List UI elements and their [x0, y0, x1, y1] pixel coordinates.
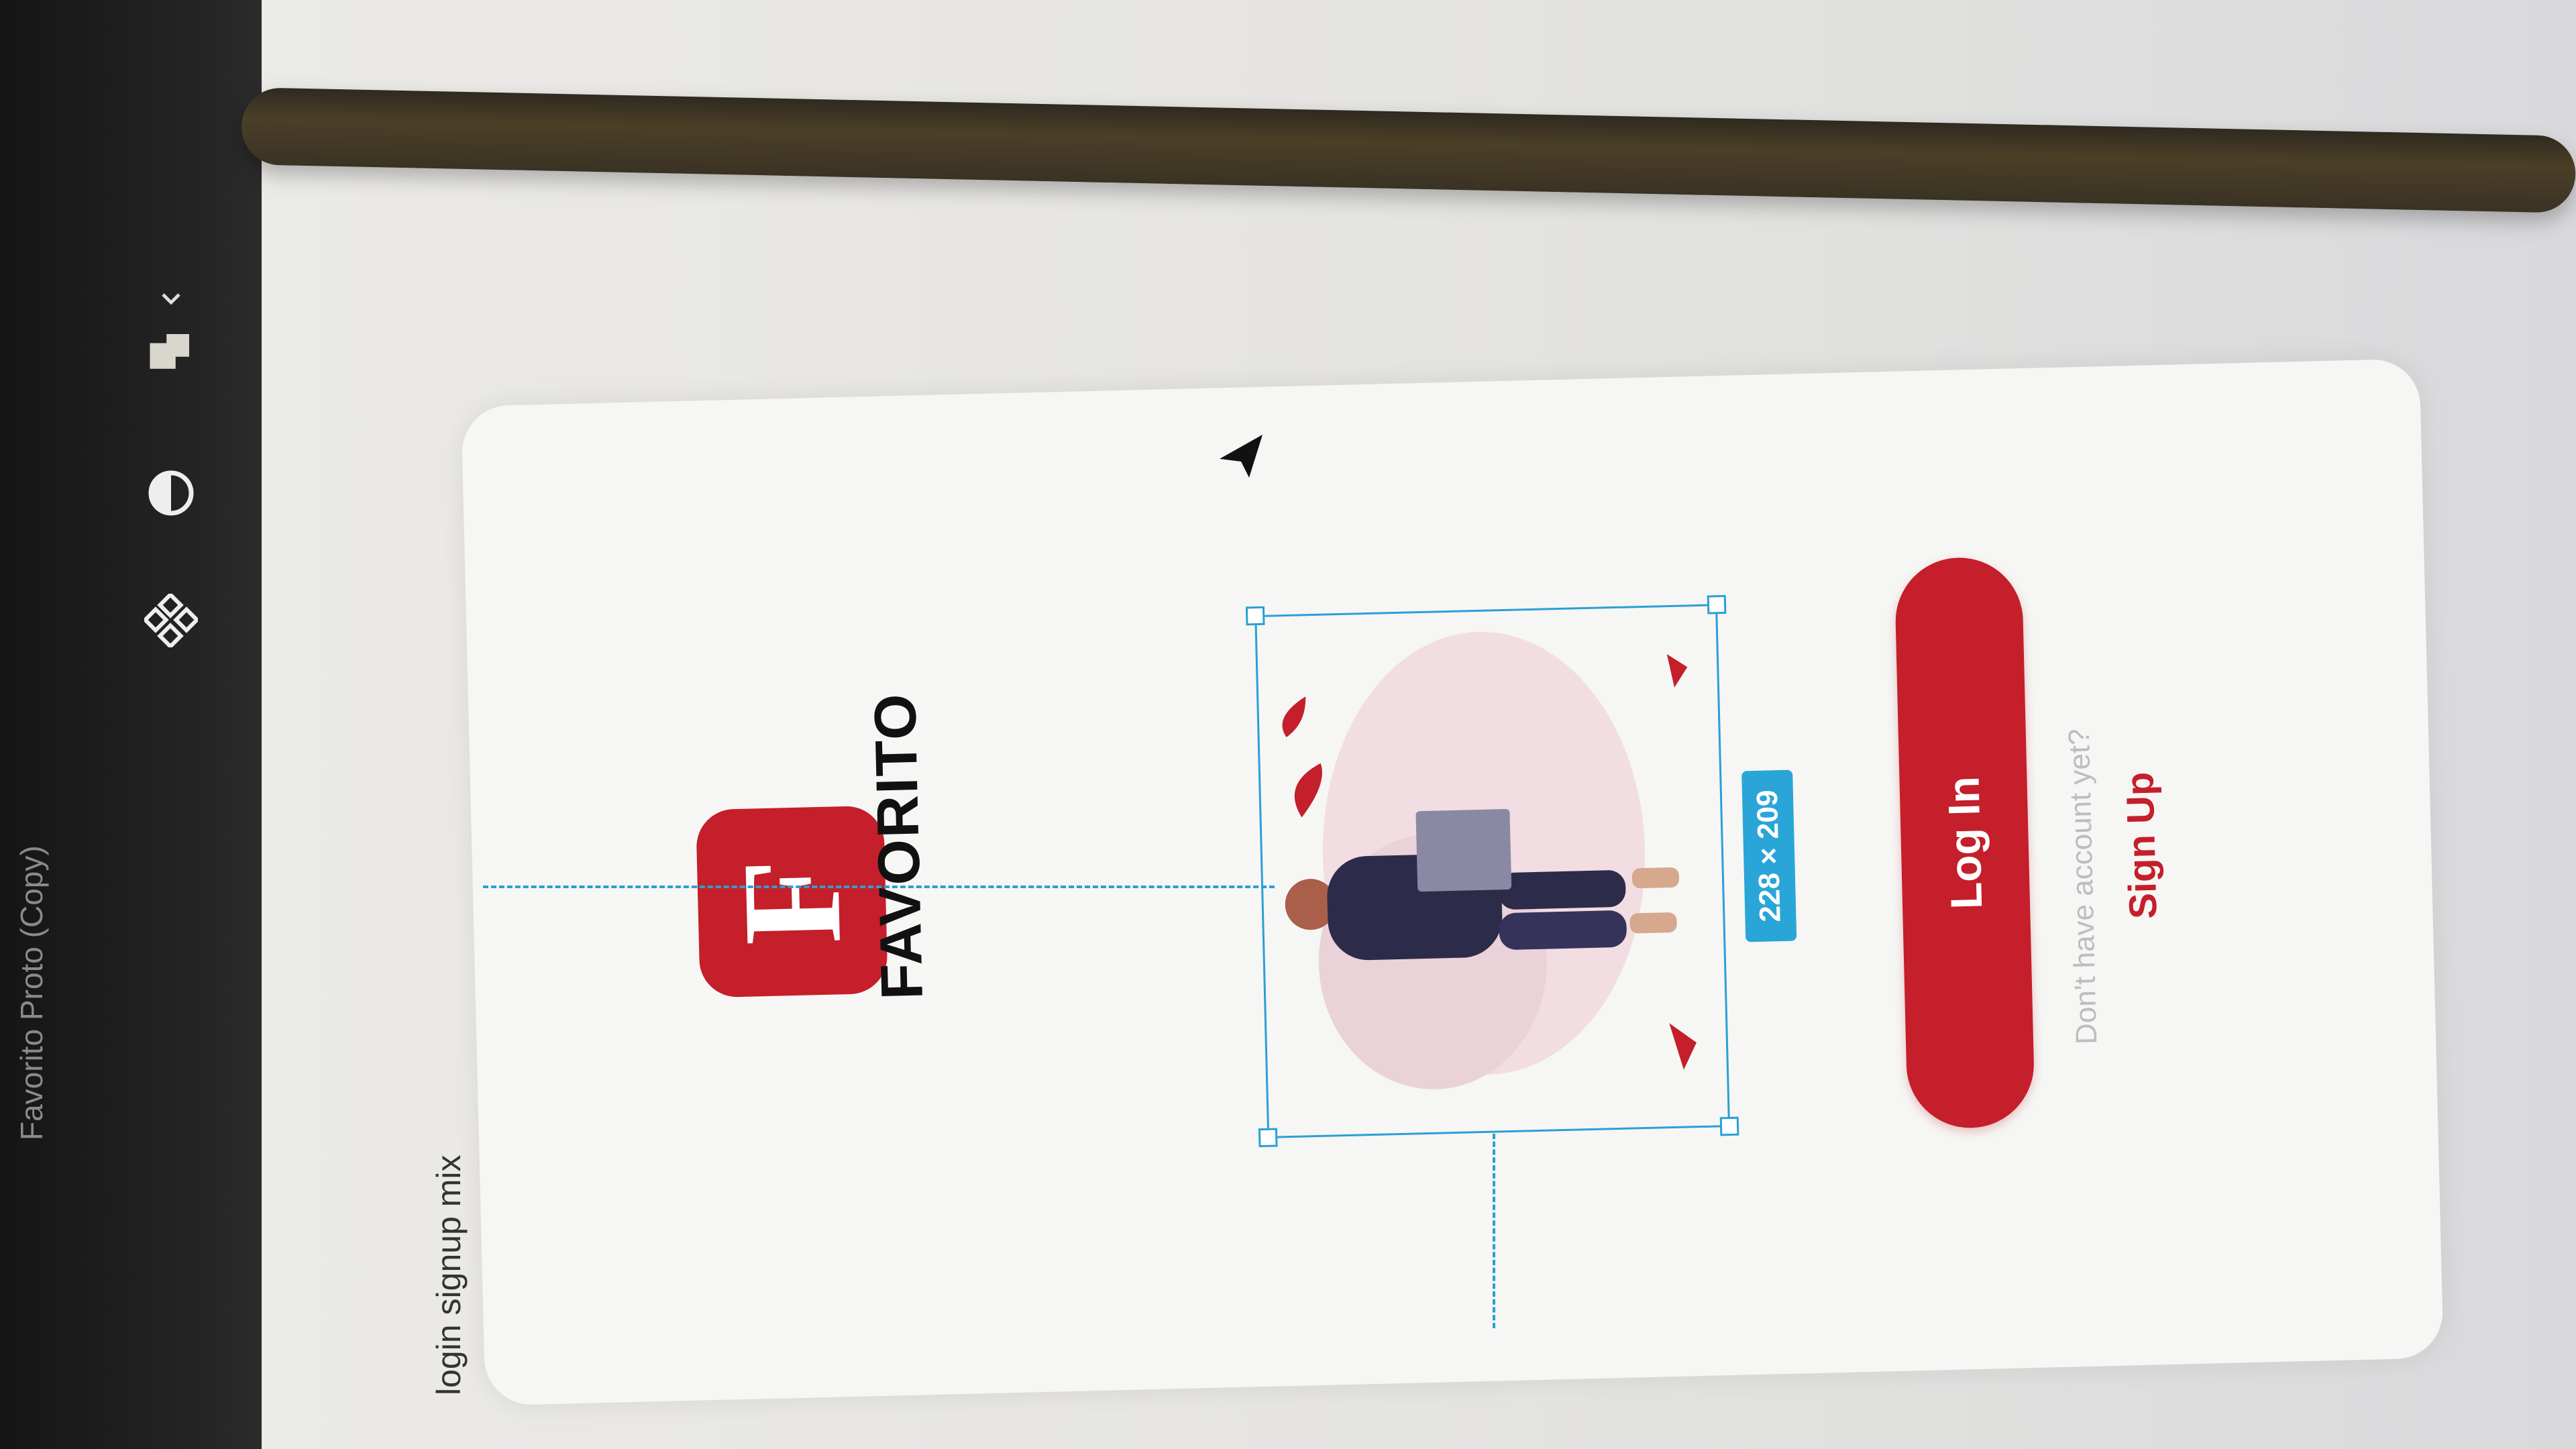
- no-account-text: Don't have account yet?: [2062, 728, 2104, 1045]
- illustration-image[interactable]: [1245, 594, 1739, 1148]
- horizontal-guide: [483, 885, 1275, 888]
- selection-size-text: 228 × 209: [1750, 789, 1787, 923]
- resize-handle-bottom-right[interactable]: [1719, 1116, 1739, 1136]
- left-toolbar: Favorito Proto (Copy): [0, 0, 262, 1449]
- login-button[interactable]: Log In: [1894, 556, 2036, 1130]
- artboard-label[interactable]: login signup mix: [429, 1046, 476, 1395]
- contrast-icon[interactable]: [141, 463, 201, 523]
- mouse-cursor-icon: [1214, 429, 1268, 483]
- selection-size-badge: 228 × 209: [1741, 769, 1797, 943]
- document-title: Favorito Proto (Copy): [14, 845, 49, 1140]
- design-canvas[interactable]: Favorito Proto (Copy) login signup mix F…: [0, 0, 2576, 1449]
- vertical-guide: [1493, 1134, 1495, 1328]
- signup-link[interactable]: Sign Up: [2116, 744, 2167, 920]
- resize-handle-bottom-left[interactable]: [1258, 1128, 1278, 1148]
- resize-handle-top-right[interactable]: [1707, 594, 1727, 614]
- login-button-label: Log In: [1938, 775, 1992, 910]
- chevron-down-icon[interactable]: [141, 268, 201, 329]
- brand-title[interactable]: FAVORITO: [861, 692, 935, 1000]
- components-icon[interactable]: [141, 590, 201, 651]
- logo-letter: F: [712, 857, 871, 947]
- illustration-artwork: [1282, 631, 1697, 1089]
- layers-icon[interactable]: [141, 322, 201, 382]
- foreground-cable: [240, 87, 2576, 213]
- artboard-frame[interactable]: F FAVORITO 228 × 209 Log In Don't have a…: [461, 358, 2444, 1406]
- app-logo[interactable]: F: [696, 805, 888, 998]
- resize-handle-top-left[interactable]: [1245, 606, 1265, 626]
